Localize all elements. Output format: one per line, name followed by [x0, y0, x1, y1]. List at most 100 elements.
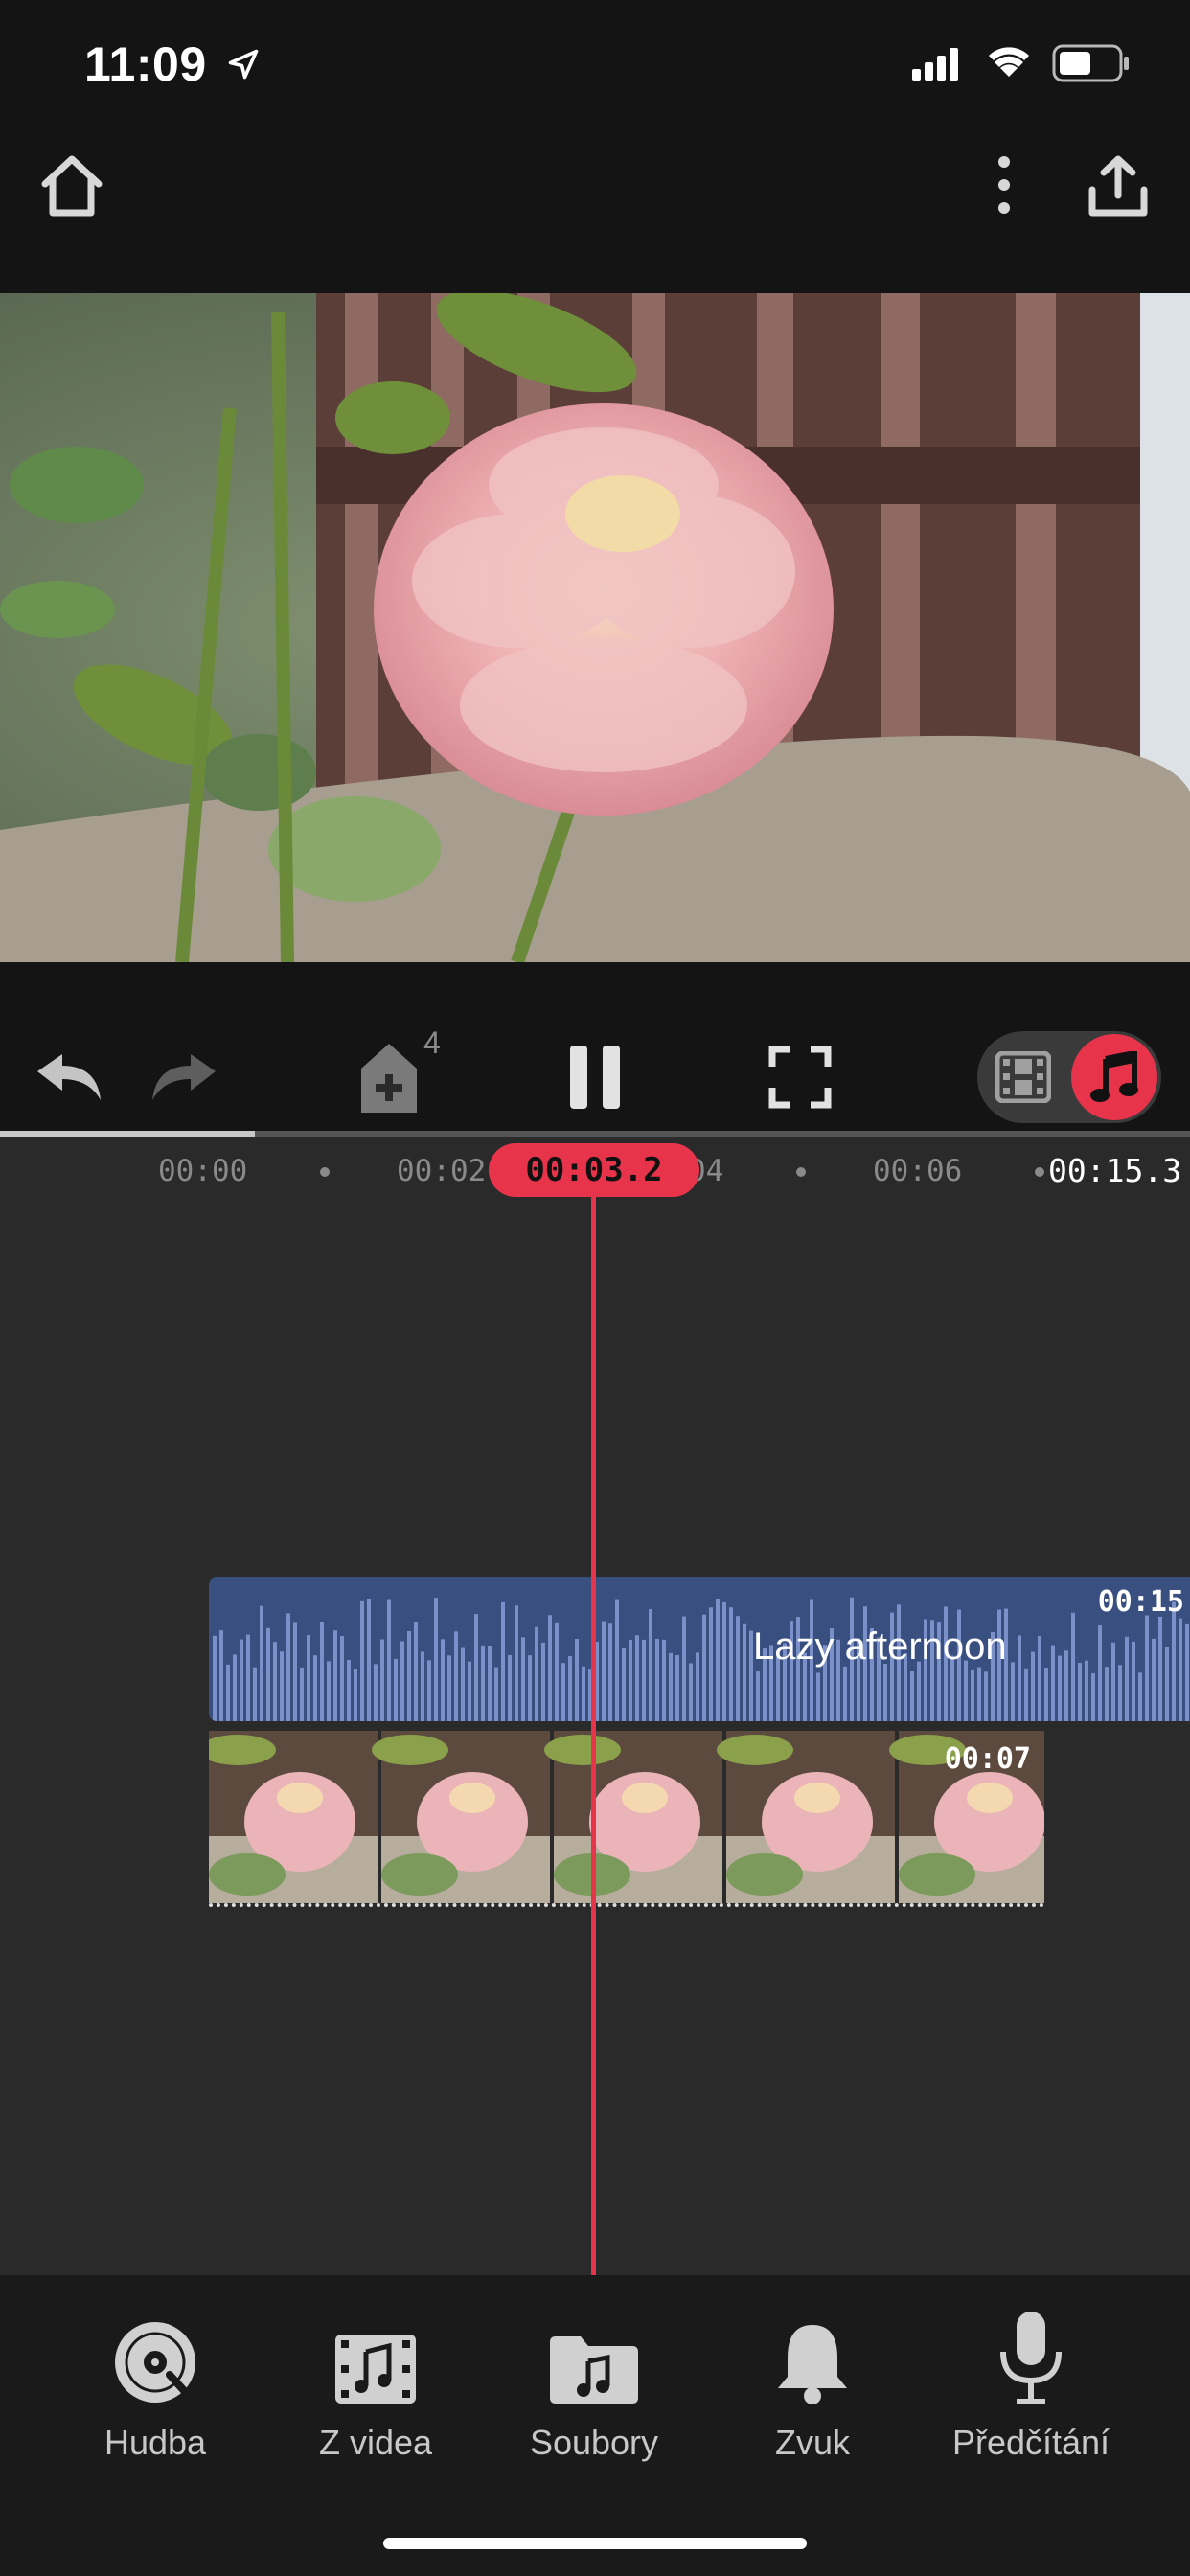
more-options-button[interactable] [977, 144, 1031, 226]
waveform-bar [736, 1616, 740, 1721]
waveform-bar [320, 1622, 324, 1721]
nav-item-predcitani[interactable]: Předčítání [926, 2300, 1136, 2463]
location-arrow-icon [228, 49, 259, 80]
top-bar: 11:09 [0, 0, 1190, 293]
waveform-bar [333, 1630, 337, 1721]
waveform-bar [1165, 1646, 1169, 1721]
waveform-bar [984, 1671, 988, 1721]
audio-clip-title: Lazy afternoon [753, 1625, 1007, 1668]
video-thumbnail [209, 1731, 378, 1903]
waveform-bar [508, 1654, 512, 1721]
waveform-bar [1138, 1672, 1142, 1721]
nav-item-hudba[interactable]: Hudba [50, 2300, 261, 2463]
waveform-bar [743, 1623, 746, 1721]
film-music-icon [335, 2334, 416, 2404]
waveform-bar [635, 1635, 639, 1721]
waveform-bar [1185, 1623, 1189, 1721]
waveform-bar [1044, 1668, 1048, 1721]
nav-label: Zvuk [774, 2423, 850, 2462]
waveform-bar [649, 1608, 652, 1721]
waveform-bar [709, 1607, 713, 1721]
waveform-bar [756, 1671, 760, 1721]
waveform-bar [400, 1641, 404, 1721]
undo-button[interactable] [29, 1039, 111, 1116]
share-button[interactable] [1075, 142, 1161, 228]
waveform-bar [1152, 1638, 1156, 1721]
waveform-bar [1091, 1672, 1095, 1721]
waveform-bar [414, 1622, 418, 1721]
nav-label: Z videa [318, 2423, 433, 2462]
waveform-bar [971, 1670, 974, 1721]
waveform-bar [313, 1655, 317, 1721]
waveform-bar [964, 1660, 968, 1721]
playhead-line[interactable] [591, 1188, 596, 2275]
redo-button[interactable] [142, 1039, 224, 1116]
home-button[interactable] [29, 144, 115, 226]
nav-label: Soubory [529, 2423, 659, 2462]
waveform-bar [615, 1599, 619, 1721]
fullscreen-icon [768, 1046, 832, 1109]
waveform-bar [729, 1607, 733, 1721]
waveform-bar [260, 1605, 263, 1721]
music-note-icon [1090, 1051, 1138, 1102]
waveform-bar [367, 1598, 371, 1721]
waveform-bar [340, 1636, 344, 1721]
ruler-dot [1035, 1167, 1044, 1177]
waveform-bar [816, 1672, 820, 1721]
battery-icon [1052, 44, 1129, 82]
audio-clip-duration: 00:15 [1097, 1585, 1184, 1619]
waveform-bar [427, 1660, 431, 1721]
video-clip-duration: 00:07 [944, 1742, 1031, 1776]
waveform-bar [541, 1642, 545, 1721]
waveform-bar [883, 1663, 887, 1721]
video-track-mode[interactable] [983, 1037, 1064, 1117]
waveform-bar [246, 1634, 250, 1721]
redo-icon [152, 1054, 216, 1100]
video-preview[interactable] [0, 293, 1190, 962]
waveform-bar [394, 1658, 398, 1721]
waveform-bar [501, 1601, 505, 1721]
ruler-label: 00:00 [158, 1154, 248, 1188]
waveform-bar [300, 1667, 304, 1721]
waveform-bar [1111, 1642, 1115, 1721]
waveform-bar [1132, 1641, 1135, 1721]
waveform-bar [642, 1639, 646, 1721]
waveform-bar [1098, 1625, 1102, 1721]
waveform-bar [1038, 1635, 1041, 1721]
waveform-bar [696, 1652, 699, 1721]
audio-clip[interactable]: 00:15 Lazy afternoon [209, 1577, 1190, 1721]
waveform-bar [655, 1638, 659, 1721]
audio-track-mode[interactable] [1071, 1034, 1157, 1120]
waveform-bar [662, 1639, 666, 1721]
playhead-time-pill[interactable]: 00:03.2 [489, 1143, 699, 1197]
waveform-bar [682, 1616, 686, 1721]
waveform-bar [716, 1598, 720, 1721]
pause-button[interactable] [554, 1039, 636, 1116]
share-upload-icon [1088, 155, 1148, 217]
waveform-bar [675, 1655, 679, 1721]
folder-music-icon [550, 2336, 638, 2404]
home-icon [41, 155, 103, 217]
pause-icon [570, 1046, 620, 1109]
track-mode-toggle[interactable] [977, 1031, 1161, 1123]
fullscreen-button[interactable] [759, 1039, 841, 1116]
waveform-bar [1024, 1668, 1028, 1721]
nav-item-zvuk[interactable]: Zvuk [707, 2300, 918, 2463]
nav-item-z-videa[interactable]: Z videa [270, 2300, 481, 2463]
waveform-bar [421, 1651, 424, 1721]
nav-item-soubory[interactable]: Soubory [489, 2300, 699, 2463]
add-keyframe-button[interactable] [353, 1035, 425, 1121]
timeline-progress-fill [0, 1131, 255, 1137]
video-clip[interactable]: 00:07 [209, 1731, 1044, 1907]
bell-icon [778, 2325, 847, 2404]
film-icon [995, 1051, 1051, 1103]
ruler-label: 00:06 [873, 1154, 963, 1188]
waveform-bar [1179, 1618, 1182, 1721]
waveform-bar [481, 1645, 485, 1721]
waveform-bar [273, 1642, 277, 1721]
status-time-text: 11:09 [84, 36, 207, 91]
waveform-bar [434, 1598, 438, 1721]
vinyl-record-icon [115, 2322, 195, 2403]
waveform-bar [608, 1623, 612, 1721]
waveform-bar [213, 1635, 217, 1721]
